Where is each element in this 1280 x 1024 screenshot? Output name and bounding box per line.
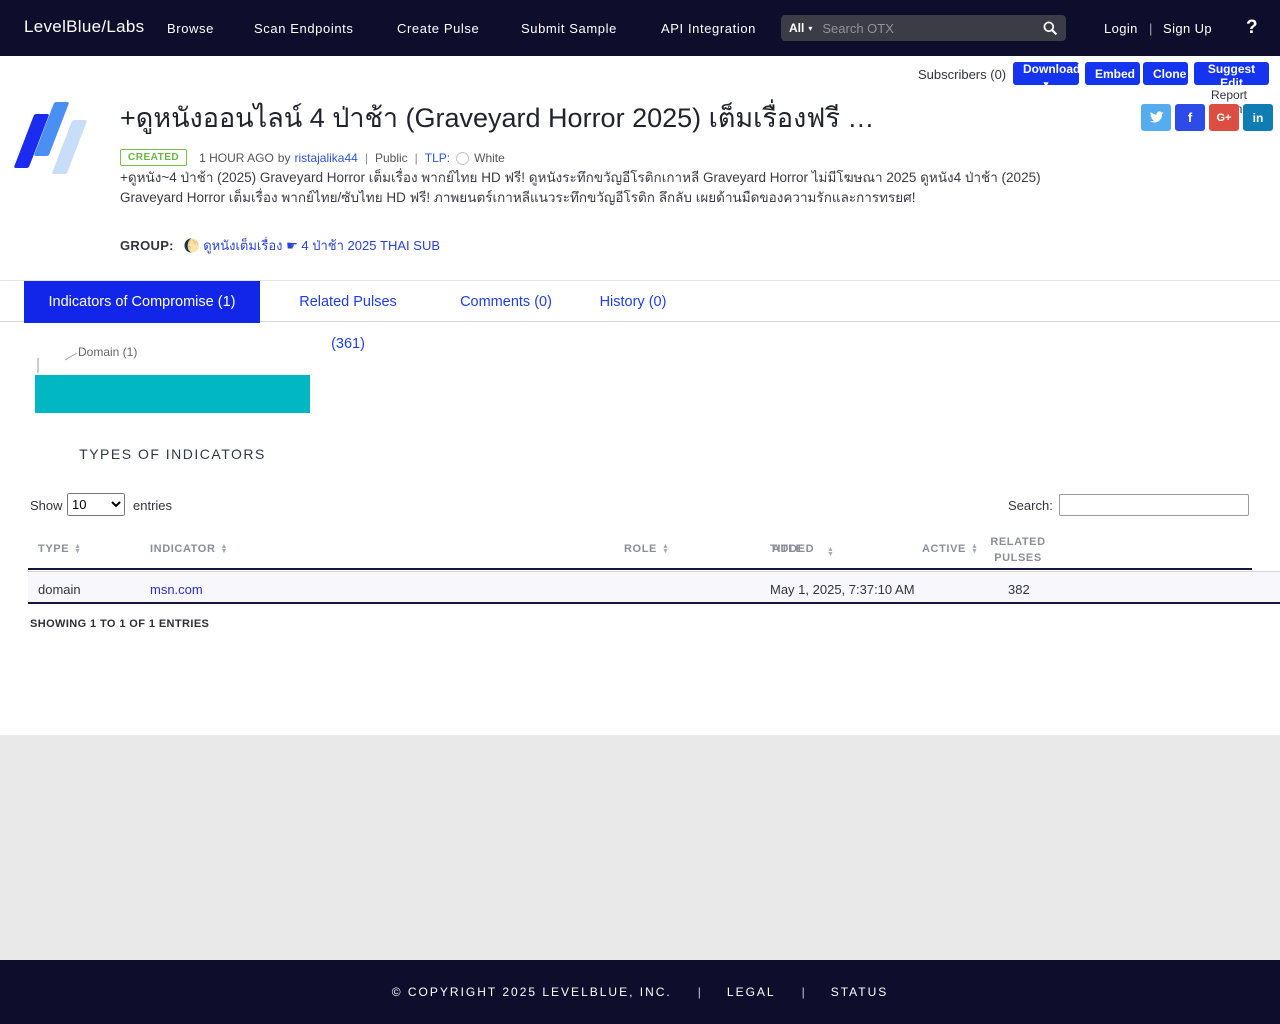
sort-icon[interactable]: ▲▼: [827, 547, 835, 557]
googleplus-icon: G+: [1217, 112, 1232, 124]
pulse-age: 1 HOUR AGO: [199, 151, 274, 165]
chart-leader-line: [35, 347, 81, 375]
sort-icon[interactable]: ▲▼: [221, 544, 229, 554]
column-header-indicator[interactable]: INDICATOR ▲▼: [150, 543, 228, 555]
status-link[interactable]: STATUS: [831, 985, 889, 999]
chart-title: TYPES OF INDICATORS: [35, 446, 310, 462]
sort-icon[interactable]: ▲▼: [971, 544, 979, 554]
chart-bar-label: Domain (1): [78, 345, 137, 359]
linkedin-icon: in: [1253, 111, 1264, 125]
embed-button[interactable]: Embed: [1085, 62, 1140, 85]
pulse-meta: CREATED 1 HOUR AGO by ristajalika44 | Pu…: [120, 149, 505, 166]
column-type-label: TYPE: [38, 543, 69, 555]
column-header-role[interactable]: ROLE ▲▼: [624, 543, 670, 555]
visibility-label: Public: [375, 151, 408, 165]
column-header-added[interactable]: TITLE ADDED ▲▼: [770, 543, 835, 558]
search-bar: All ▾: [781, 15, 1066, 41]
facebook-icon: f: [1188, 110, 1192, 125]
group-label: GROUP:: [120, 238, 174, 253]
social-share-buttons: f G+ in: [1141, 104, 1273, 131]
show-label: Show: [30, 498, 63, 513]
table-row[interactable]: [28, 571, 1280, 604]
cell-type: domain: [38, 582, 81, 597]
pulse-avatar: [20, 98, 82, 178]
indicator-link[interactable]: msn.com: [150, 582, 203, 597]
search-icon[interactable]: [1042, 20, 1058, 36]
column-header-active[interactable]: ACTIVE ▲▼: [922, 543, 978, 555]
page-title: +ดูหนังออนไลน์ 4 ป่าช้า (Graveyard Horro…: [120, 100, 1130, 136]
nav-create-pulse[interactable]: Create Pulse: [397, 21, 479, 36]
clone-button[interactable]: Clone: [1143, 62, 1188, 85]
top-navbar: LevelBlue/Labs Browse Scan Endpoints Cre…: [0, 0, 1280, 56]
cell-indicator: msn.com: [150, 582, 203, 597]
group-row: GROUP: 🌔 ดูหนังเต็มเรื่อง ☛ 4 ป่าช้า 202…: [120, 235, 440, 256]
author-link[interactable]: ristajalika44: [294, 151, 357, 165]
login-link[interactable]: Login: [1104, 21, 1138, 36]
table-search-input[interactable]: [1059, 494, 1249, 516]
otx-pulse-page: LevelBlue/Labs Browse Scan Endpoints Cre…: [0, 0, 1280, 1024]
created-badge: CREATED: [120, 149, 187, 166]
nav-submit-sample[interactable]: Submit Sample: [521, 21, 617, 36]
group-link[interactable]: 🌔 ดูหนังเต็มเรื่อง ☛ 4 ป่าช้า 2025 THAI …: [183, 238, 440, 253]
by-label: by: [278, 151, 291, 165]
legal-link[interactable]: LEGAL: [727, 985, 776, 999]
tabs-bar: Indicators of Compromise (1) Related Pul…: [0, 280, 1280, 322]
table-search-label: Search:: [1008, 498, 1053, 513]
chart-domain-bar[interactable]: [35, 375, 310, 413]
column-role-label: ROLE: [624, 543, 657, 555]
cell-related-pulses: 382: [1008, 582, 1030, 597]
chevron-down-icon: ▾: [808, 24, 812, 33]
table-header-border: [28, 568, 1252, 570]
column-indicator-label: INDICATOR: [150, 543, 216, 555]
related-label-line2: PULSES: [990, 550, 1046, 566]
search-input[interactable]: [822, 21, 1042, 36]
tlp-white-icon: [456, 152, 469, 165]
meta-divider-2: |: [415, 151, 418, 165]
nav-browse[interactable]: Browse: [167, 21, 214, 36]
nav-scan-endpoints[interactable]: Scan Endpoints: [254, 21, 353, 36]
copyright-text: © COPYRIGHT 2025 LEVELBLUE, INC.: [392, 985, 672, 999]
search-filter-dropdown[interactable]: All: [789, 21, 804, 35]
tab-related-pulses[interactable]: Related Pulses (361): [282, 281, 414, 323]
brand-logo[interactable]: LevelBlue/Labs: [24, 17, 144, 37]
tab-history[interactable]: History (0): [597, 281, 669, 323]
pulse-description: +ดูหนัง~4 ป่าช้า (2025) Graveyard Horror…: [120, 168, 1098, 208]
footer-divider-2: |: [802, 985, 805, 999]
column-header-related-pulses: RELATED PULSES: [990, 534, 1046, 566]
nav-api-integration[interactable]: API Integration: [661, 21, 756, 36]
column-active-label: ACTIVE: [922, 543, 966, 555]
tab-comments[interactable]: Comments (0): [458, 281, 554, 323]
page-footer: © COPYRIGHT 2025 LEVELBLUE, INC. | LEGAL…: [0, 960, 1280, 1024]
overlapping-header-labels: TITLE ADDED: [770, 543, 822, 555]
auth-divider: |: [1149, 21, 1152, 36]
entries-label: entries: [133, 498, 172, 513]
meta-divider: |: [365, 151, 368, 165]
tlp-value: White: [474, 151, 505, 165]
related-label-line1: RELATED: [990, 534, 1046, 550]
tab-indicators-of-compromise[interactable]: Indicators of Compromise (1): [24, 281, 260, 323]
twitter-share-button[interactable]: [1141, 104, 1171, 131]
sort-icon[interactable]: ▲▼: [662, 544, 670, 554]
signup-link[interactable]: Sign Up: [1163, 21, 1212, 36]
help-icon[interactable]: ?: [1246, 17, 1258, 39]
download-label: Download: [1023, 62, 1080, 76]
page-size-select[interactable]: 10: [67, 493, 125, 516]
sort-icon[interactable]: ▲▼: [74, 544, 82, 554]
caret-down-icon: ▾: [1044, 79, 1049, 89]
subscribers-count: Subscribers (0): [918, 67, 1006, 82]
facebook-share-button[interactable]: f: [1175, 104, 1205, 131]
cell-added: May 1, 2025, 7:37:10 AM: [770, 582, 915, 597]
suggest-edit-button[interactable]: Suggest Edit: [1194, 62, 1269, 85]
column-header-type[interactable]: TYPE ▲▼: [38, 543, 82, 555]
footer-divider: |: [698, 985, 701, 999]
download-button[interactable]: Download ▾: [1013, 62, 1079, 85]
linkedin-share-button[interactable]: in: [1243, 104, 1273, 131]
twitter-icon: [1149, 111, 1164, 124]
column-added-label: ADDED: [772, 543, 814, 555]
googleplus-share-button[interactable]: G+: [1209, 104, 1239, 131]
tlp-label[interactable]: TLP:: [425, 151, 450, 165]
table-summary: SHOWING 1 TO 1 OF 1 ENTRIES: [30, 618, 209, 630]
